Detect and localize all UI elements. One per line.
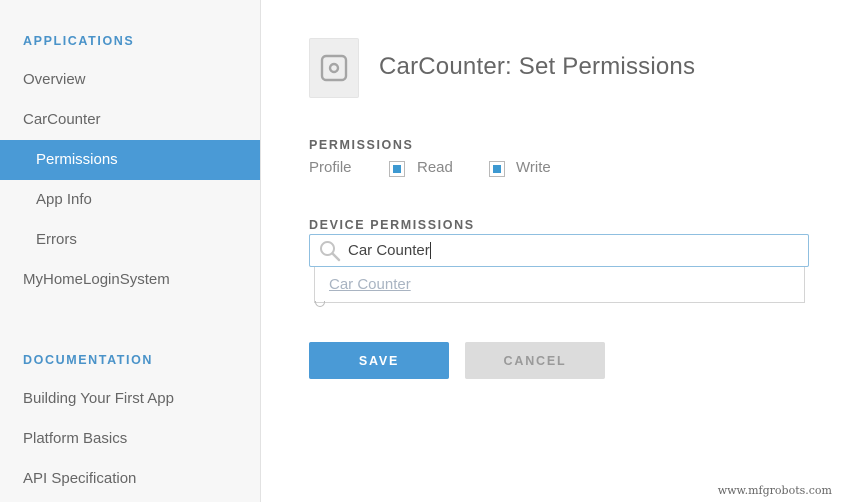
sidebar-item-building-first-app[interactable]: Building Your First App [0,379,260,419]
search-suggestions-dropdown: Car Counter [314,267,805,303]
hidden-radio-edge [315,301,325,307]
suggestion-item-car-counter[interactable]: Car Counter [329,276,411,293]
camera-square-icon [320,54,348,82]
watermark: www.mfgrobots.com [717,484,832,497]
page-title: CarCounter: Set Permissions [379,53,696,80]
sidebar-item-platform-basics[interactable]: Platform Basics [0,419,260,459]
cancel-button[interactable]: CANCEL [465,342,605,379]
sidebar-item-myhomeloginsystem[interactable]: MyHomeLoginSystem [0,260,260,300]
write-label: Write [516,159,551,176]
documentation-heading: DOCUMENTATION [23,353,154,367]
sidebar-item-app-info[interactable]: App Info [0,180,260,220]
device-search-input[interactable] [348,235,788,266]
app-placeholder-icon [309,38,359,98]
sidebar-item-permissions[interactable]: Permissions [0,140,260,180]
sidebar-item-errors[interactable]: Errors [0,220,260,260]
sidebar-item-overview[interactable]: Overview [0,60,260,100]
write-checkbox[interactable] [489,161,505,177]
sidebar: APPLICATIONS Overview CarCounter Permiss… [0,0,261,502]
read-checkbox[interactable] [389,161,405,177]
device-search-box[interactable] [309,234,809,267]
sidebar-item-carcounter[interactable]: CarCounter [0,100,260,140]
read-label: Read [417,159,453,176]
save-button[interactable]: SAVE [309,342,449,379]
sidebar-item-api-specification[interactable]: API Specification [0,459,260,499]
text-caret [430,242,431,259]
device-permissions-heading: DEVICE PERMISSIONS [309,218,475,232]
search-icon [320,241,341,262]
applications-heading: APPLICATIONS [23,34,135,48]
main-content: CarCounter: Set Permissions PERMISSIONS … [261,0,842,502]
profile-label: Profile [309,159,352,176]
permissions-heading: PERMISSIONS [309,138,414,152]
